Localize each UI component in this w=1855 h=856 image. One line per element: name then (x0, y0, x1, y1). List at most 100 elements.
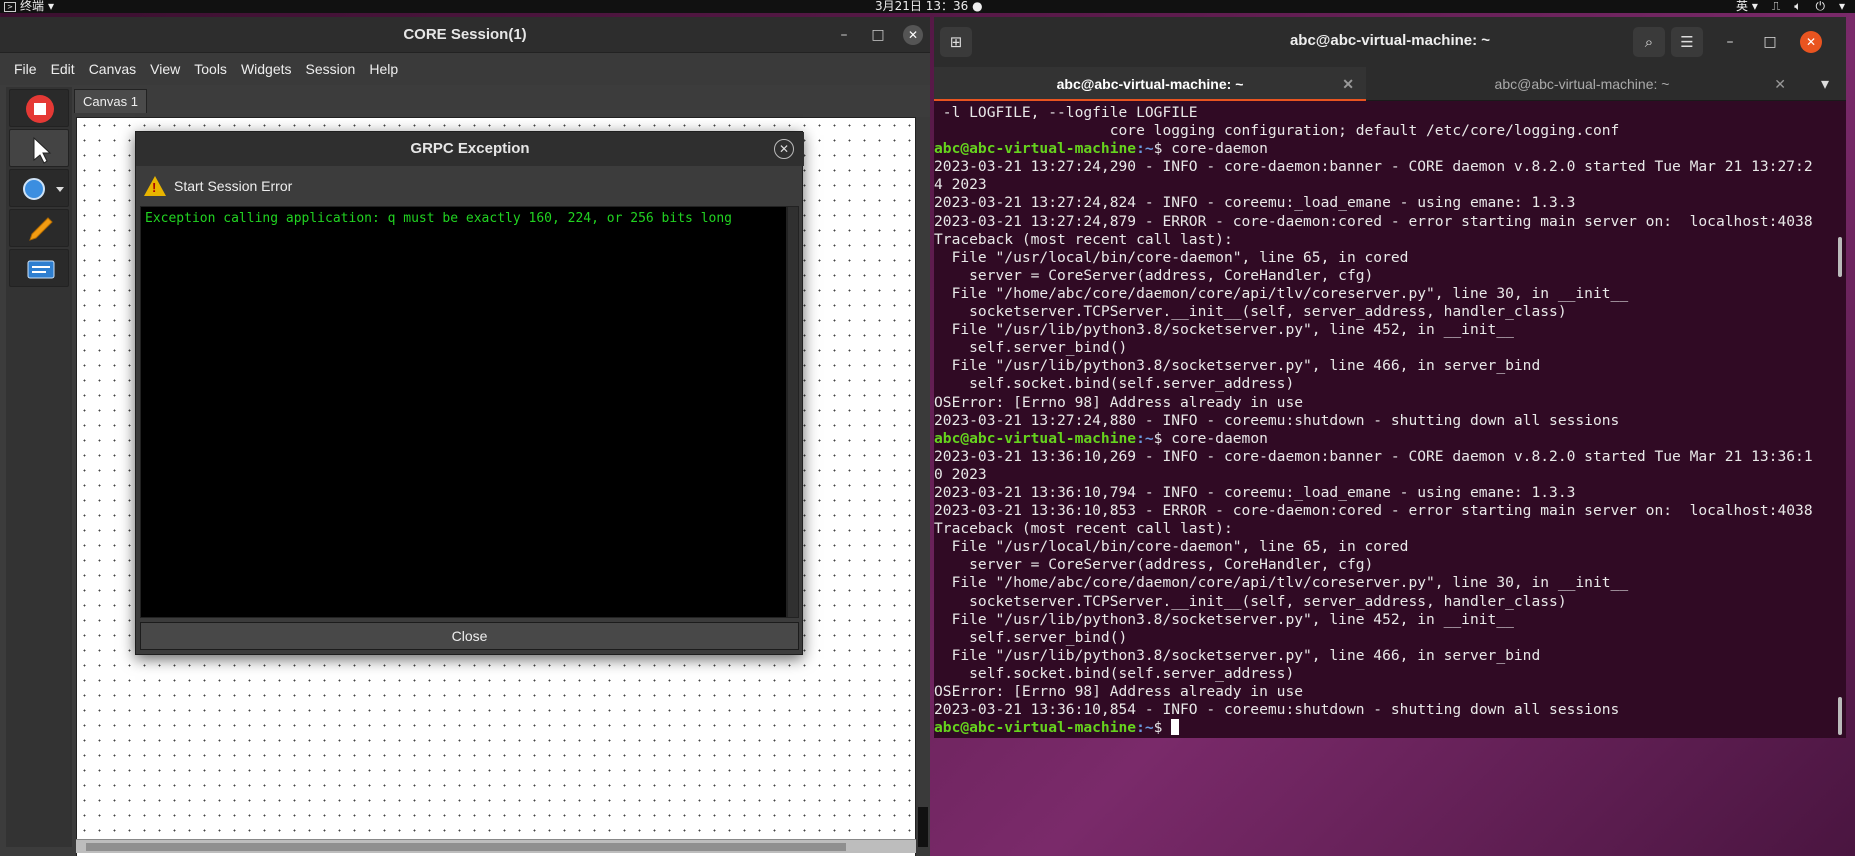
terminal-output-line: File "/usr/lib/python3.8/socketserver.py… (934, 321, 1514, 339)
menu-widgets[interactable]: Widgets (241, 61, 292, 77)
terminal-output-line: File "/usr/lib/python3.8/socketserver.py… (934, 646, 1541, 664)
close-tab-icon[interactable]: ✕ (1774, 67, 1786, 101)
pencil-annotate-icon (29, 217, 53, 241)
terminal-output-line: OSError: [Errno 98] Address already in u… (934, 393, 1304, 411)
select-pointer-icon (33, 136, 52, 164)
terminal-window: ⊞ abc@abc-virtual-machine: ~ ⌕ ☰ – □ ✕ a… (934, 17, 1846, 738)
terminal-output-line: File "/usr/local/bin/core-daemon", line … (934, 538, 1409, 556)
command-text: $ core-daemon (1153, 429, 1268, 447)
network-icon: ⎍ (1771, 0, 1781, 13)
dialog-close-icon[interactable]: ✕ (774, 139, 794, 159)
menu-file[interactable]: File (14, 61, 37, 77)
volume-icon: 🔈︎ (1794, 0, 1802, 13)
select-tool-button[interactable] (9, 129, 69, 167)
scroll-thumb[interactable] (86, 843, 846, 851)
terminal-tab-1[interactable]: abc@abc-virtual-machine: ~ ✕ (934, 67, 1366, 101)
close-button[interactable]: Close (140, 622, 799, 650)
chevron-down-icon: ▾ (1838, 0, 1845, 13)
terminal-output-line: File "/usr/local/bin/core-daemon", line … (934, 248, 1409, 266)
canvas-vertical-scrollbar[interactable] (916, 117, 930, 856)
terminal-output[interactable]: -l LOGFILE, --logfile LOGFILE core loggi… (934, 104, 1839, 738)
error-header-text: Start Session Error (174, 178, 293, 194)
terminal-output-line: 2023-03-21 13:36:10,854 - INFO - coreemu… (934, 701, 1620, 719)
terminal-output-line: self.server_bind() (934, 339, 1128, 357)
tab-canvas-1[interactable]: Canvas 1 (74, 89, 147, 113)
menu-tools[interactable]: Tools (194, 61, 227, 77)
run-tool-button[interactable] (9, 249, 69, 287)
annotate-tool-button[interactable] (9, 209, 69, 247)
terminal-icon: > (4, 1, 16, 12)
core-titlebar[interactable]: CORE Session(1) – □ ✕ (0, 17, 930, 53)
terminal-output-line: socketserver.TCPServer.__init__(self, se… (934, 592, 1567, 610)
terminal-tab-2[interactable]: abc@abc-virtual-machine: ~ ✕ (1366, 67, 1798, 101)
core-toolbar (6, 87, 72, 847)
terminal-titlebar[interactable]: ⊞ abc@abc-virtual-machine: ~ ⌕ ☰ – □ ✕ (934, 17, 1846, 67)
terminal-tabs: abc@abc-virtual-machine: ~ ✕ abc@abc-vir… (934, 67, 1846, 101)
error-text-scrollbar[interactable] (787, 206, 799, 618)
power-icon: ⏻ (1815, 0, 1825, 13)
grpc-exception-dialog: GRPC Exception ✕ Start Session Error Exc… (135, 131, 804, 655)
prompt-path: :~ (1136, 140, 1154, 158)
terminal-output-line: -l LOGFILE, --logfile LOGFILE (934, 104, 1198, 121)
terminal-output-line: self.socket.bind(self.server_address) (934, 375, 1295, 393)
core-menubar: File Edit Canvas View Tools Widgets Sess… (0, 53, 930, 85)
hamburger-menu-button[interactable]: ☰ (1671, 27, 1703, 57)
stop-icon (26, 95, 54, 123)
scroll-thumb[interactable] (918, 807, 928, 847)
terminal-output-line: 2023-03-21 13:27:24,879 - ERROR - core-d… (934, 212, 1813, 230)
terminal-prompt-line: abc@abc-virtual-machine:~$ core-daemon (934, 430, 1839, 448)
maximize-button[interactable]: □ (1755, 27, 1785, 57)
command-text: $ core-daemon (1153, 140, 1268, 158)
input-method-label: 英 (1736, 0, 1749, 13)
stop-session-button[interactable] (9, 89, 69, 127)
error-message-textbox[interactable]: Exception calling application: q must be… (140, 206, 787, 618)
core-window-title: CORE Session(1) (403, 26, 527, 43)
system-tray[interactable]: 英 ▾ ⎍ 🔈︎ ⏻ ▾ (1736, 0, 1845, 13)
input-method-indicator[interactable]: 英 ▾ (1736, 0, 1758, 13)
menu-session[interactable]: Session (306, 61, 356, 77)
clock[interactable]: 3月21日 13：36 ● (875, 0, 983, 13)
top-bar: > 终端 ▾ 3月21日 13：36 ● 英 ▾ ⎍ 🔈︎ ⏻ ▾ (0, 0, 1855, 13)
terminal-output-line: OSError: [Errno 98] Address already in u… (934, 683, 1304, 700)
command-text: $ (1153, 719, 1172, 737)
maximize-button[interactable]: □ (868, 25, 888, 45)
terminal-output-line: 2023-03-21 13:36:10,794 - INFO - coreemu… (934, 483, 1576, 501)
terminal-output-line: self.socket.bind(self.server_address) (934, 664, 1295, 682)
menu-icon: ☰ (1680, 33, 1694, 51)
terminal-output-line: 2023-03-21 13:27:24,824 - INFO - coreemu… (934, 194, 1576, 212)
terminal-output-line: server = CoreServer(address, CoreHandler… (934, 266, 1374, 284)
tab-label: abc@abc-virtual-machine: ~ (1494, 76, 1670, 92)
menu-view[interactable]: View (150, 61, 180, 77)
clock-text: 3月21日 13：36 (875, 0, 969, 13)
node-circle-icon (23, 178, 64, 200)
terminal-output-line: 2023-03-21 13:27:24,880 - INFO - coreemu… (934, 411, 1620, 429)
terminal-title: abc@abc-virtual-machine: ~ (1289, 32, 1491, 49)
canvas-tabstrip: Canvas 1 (74, 87, 930, 113)
menu-edit[interactable]: Edit (51, 61, 75, 77)
activities-app-menu[interactable]: > 终端 ▾ (4, 0, 54, 13)
terminal-output-line: 2023-03-21 13:36:10,853 - ERROR - core-d… (934, 502, 1813, 520)
node-tool-button[interactable] (9, 169, 69, 207)
close-window-button[interactable]: ✕ (903, 25, 923, 45)
terminal-output-line: self.server_bind() (934, 628, 1128, 646)
tabs-dropdown-icon[interactable]: ▾ (1810, 67, 1840, 101)
dialog-title: GRPC Exception (136, 132, 804, 166)
search-icon: ⌕ (1644, 33, 1654, 51)
terminal-scrollbar-thumb[interactable] (1838, 697, 1842, 735)
terminal-output-line: socketserver.TCPServer.__init__(self, se… (934, 303, 1567, 321)
search-button[interactable]: ⌕ (1633, 27, 1665, 57)
menu-canvas[interactable]: Canvas (89, 61, 136, 77)
close-window-button[interactable]: ✕ (1800, 31, 1822, 53)
run-tool-icon (27, 260, 55, 279)
terminal-output-line: File "/home/abc/core/daemon/core/api/tlv… (934, 574, 1629, 592)
minimize-button[interactable]: – (1715, 27, 1745, 57)
terminal-scroll-marker (1838, 237, 1842, 277)
close-tab-icon[interactable]: ✕ (1342, 67, 1354, 101)
terminal-output-line: File "/home/abc/core/daemon/core/api/tlv… (934, 284, 1629, 302)
menu-help[interactable]: Help (369, 61, 398, 77)
canvas-horizontal-scrollbar[interactable] (76, 839, 916, 853)
prompt-path: :~ (1136, 429, 1154, 447)
minimize-button[interactable]: – (834, 25, 854, 45)
prompt-user: abc@abc-virtual-machine (934, 429, 1137, 447)
tab-label: abc@abc-virtual-machine: ~ (1056, 76, 1244, 92)
